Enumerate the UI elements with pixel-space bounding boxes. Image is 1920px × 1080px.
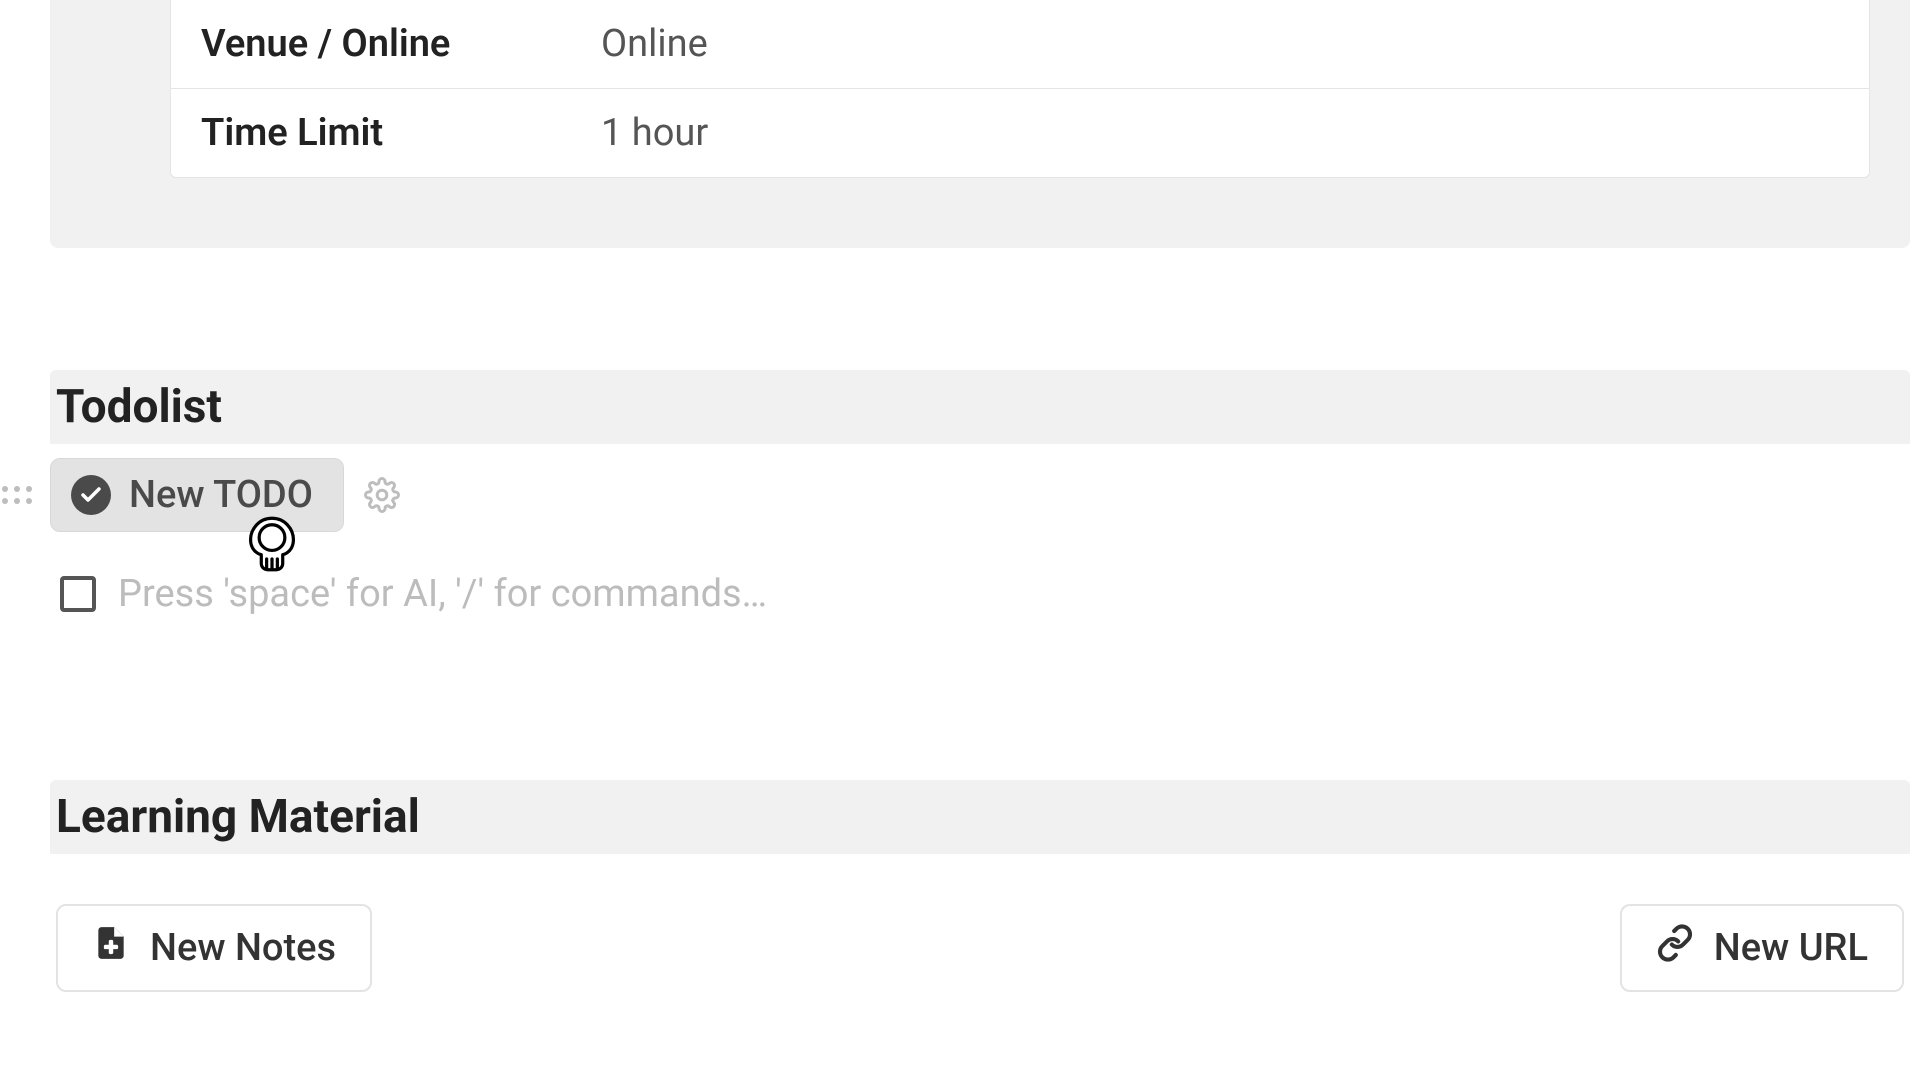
learning-material-section: Learning Material New Notes New URL [50, 780, 1910, 992]
info-val-timelimit[interactable]: 1 hour [601, 111, 708, 155]
new-notes-label: New Notes [150, 926, 336, 970]
info-val-venue[interactable]: Online [601, 22, 708, 66]
todo-item: Press 'space' for AI, '/' for commands… [60, 572, 1910, 616]
file-plus-icon [92, 924, 130, 972]
new-todo-button[interactable]: New TODO [50, 458, 344, 532]
info-key-venue: Venue / Online [201, 22, 601, 66]
learning-actions: New Notes New URL [50, 904, 1910, 992]
new-url-label: New URL [1714, 926, 1868, 970]
todolist-header: Todolist [50, 370, 1910, 444]
todo-toolbar: New TODO [2, 458, 1910, 532]
new-url-button[interactable]: New URL [1620, 904, 1904, 992]
link-icon [1656, 924, 1694, 972]
check-circle-icon [71, 475, 111, 515]
todo-checkbox[interactable] [60, 576, 96, 612]
new-notes-button[interactable]: New Notes [56, 904, 372, 992]
info-key-timelimit: Time Limit [201, 111, 601, 155]
todo-input-placeholder[interactable]: Press 'space' for AI, '/' for commands… [118, 572, 767, 616]
drag-handle-icon[interactable] [2, 475, 32, 515]
gear-icon[interactable] [362, 475, 402, 515]
new-todo-label: New TODO [129, 473, 313, 517]
table-row: Venue / Online Online [171, 0, 1869, 88]
info-card: Venue / Online Online Time Limit 1 hour [50, 0, 1910, 248]
table-row: Time Limit 1 hour [171, 88, 1869, 177]
todolist-section: Todolist New TODO Press 'space' for AI, … [50, 370, 1910, 616]
info-table: Venue / Online Online Time Limit 1 hour [170, 0, 1870, 178]
learning-material-header: Learning Material [50, 780, 1910, 854]
